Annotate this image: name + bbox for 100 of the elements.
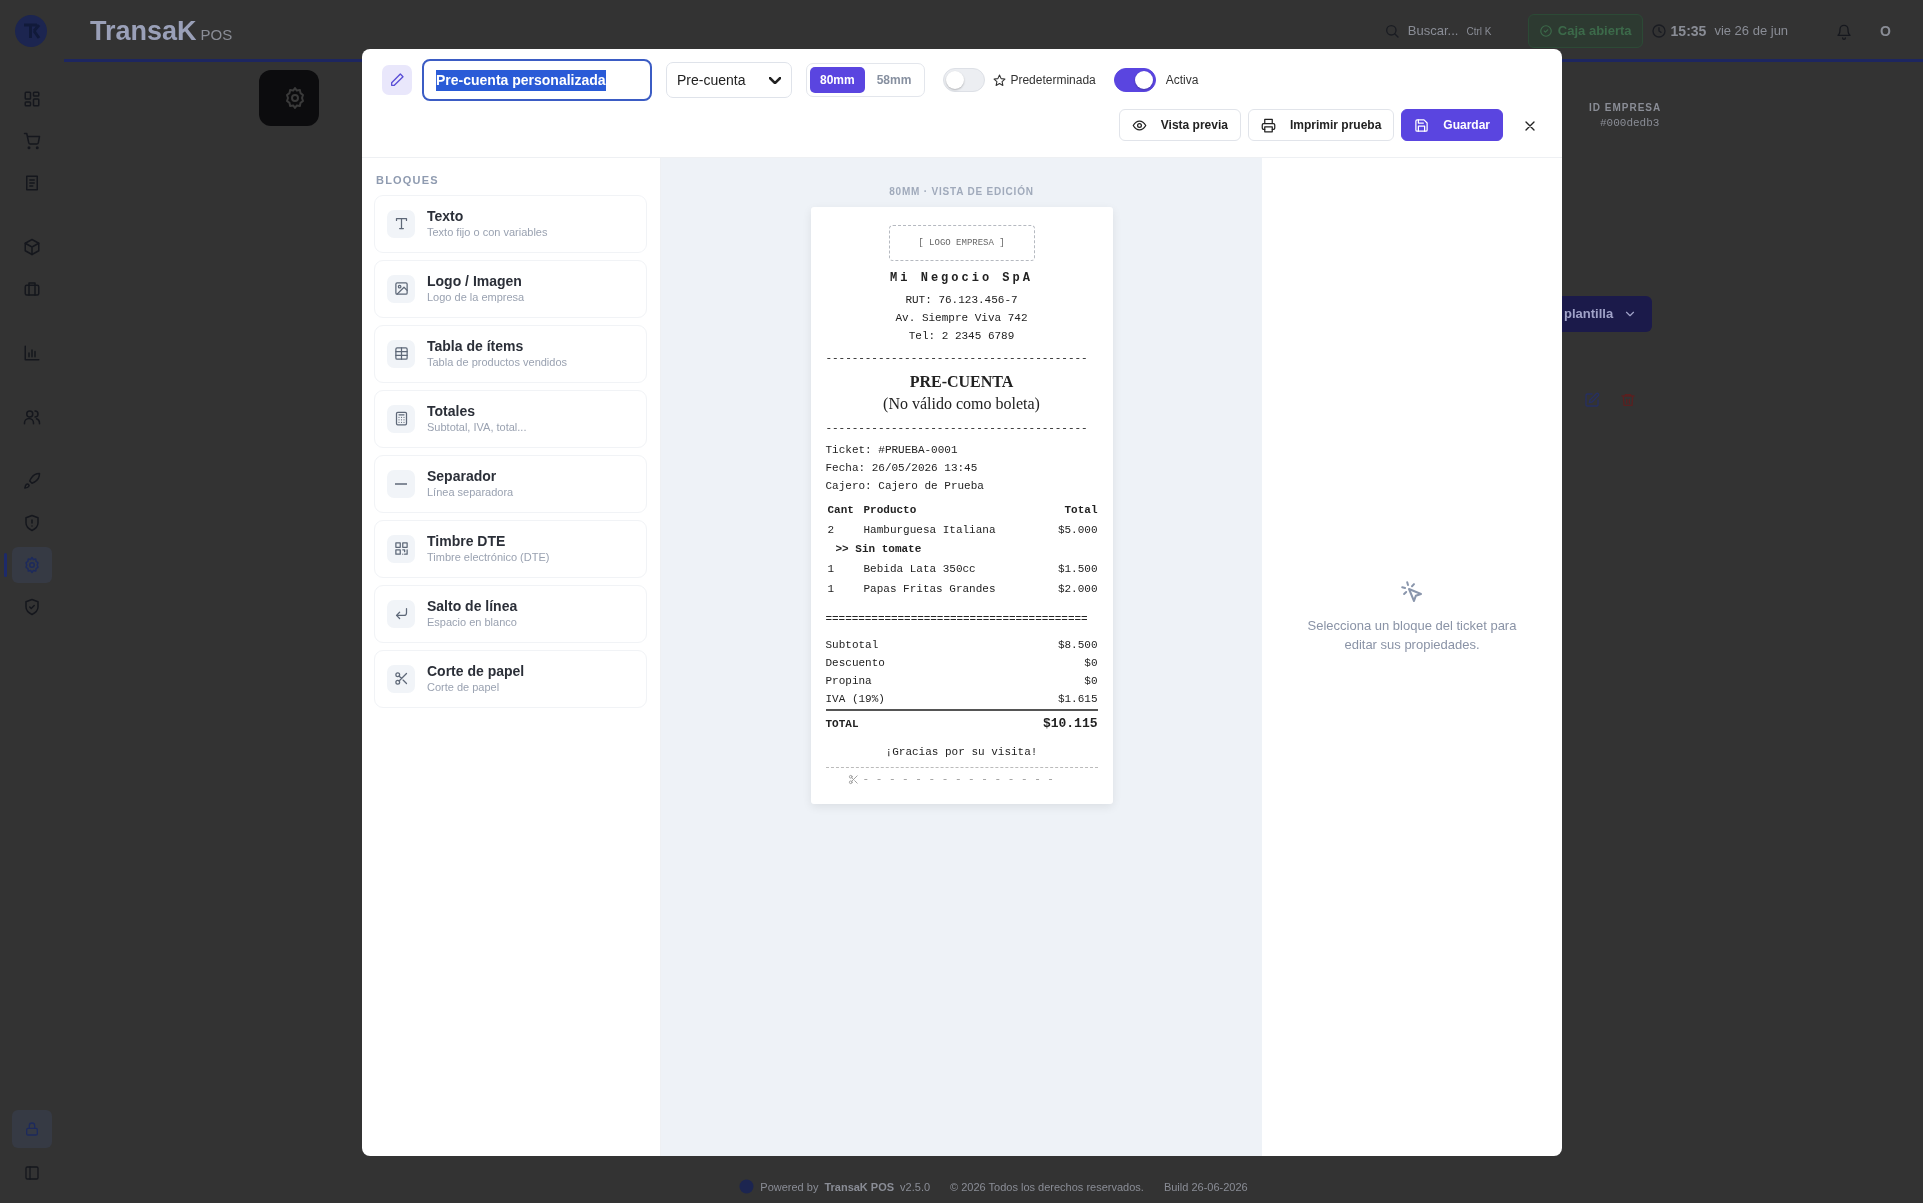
- column-header: Cant: [826, 503, 855, 518]
- ticket-line: Tel: 2 2345 6789: [907, 329, 1016, 344]
- grand-total-value: $10.115: [1042, 715, 1098, 733]
- scissors-icon: [393, 671, 409, 686]
- clock-icon: [1650, 23, 1667, 39]
- grand-total-label: TOTAL: [825, 717, 859, 732]
- calculator-icon: [393, 411, 409, 426]
- total-label: IVA (19%): [825, 692, 885, 707]
- item-total: $1.500: [1057, 562, 1098, 577]
- block-title: Separador: [427, 467, 498, 485]
- text-icon: [393, 216, 409, 231]
- block-description: Corte de papel: [427, 679, 501, 695]
- cut-line: - - - - - - - - - - - - - - -: [862, 772, 1054, 787]
- panel-icon: [24, 1165, 40, 1181]
- total-label: Descuento: [825, 656, 885, 671]
- block-item[interactable]: Texto Texto fijo o con variables: [374, 194, 647, 253]
- document-icon: [23, 174, 41, 192]
- edit-name-button[interactable]: [382, 65, 412, 95]
- block-title: Logo / Imagen: [427, 272, 523, 290]
- block-title: Texto: [427, 207, 465, 225]
- gear-icon: [283, 86, 307, 110]
- toggle-label: Activa: [1165, 72, 1199, 89]
- item-total: $2.000: [1057, 582, 1098, 597]
- chevron-icon: [769, 76, 781, 84]
- column-header: Total: [1064, 503, 1098, 518]
- bell-icon: [1836, 23, 1853, 40]
- toggle-label: Predeterminada: [1010, 72, 1096, 89]
- block-item[interactable]: Totales Subtotal, IVA, total...: [374, 389, 647, 448]
- business-name: Mi Negocio SpA: [889, 270, 1034, 287]
- check-circle-icon: [1538, 24, 1553, 38]
- name-field[interactable]: Pre-cuenta personalizada: [422, 59, 652, 101]
- total-value: $0: [1084, 674, 1098, 689]
- block-item[interactable]: Salto de línea Espacio en blanco: [374, 584, 647, 643]
- separator-line: ----------------------------------------: [825, 421, 1089, 436]
- item-name: Hamburguesa Italiana: [863, 523, 997, 538]
- total-label: Propina: [825, 674, 872, 689]
- copyright-text: © 2026 Todos los derechos reservados.: [950, 1179, 1144, 1195]
- cart-icon: [23, 132, 41, 150]
- company-id-value: #000dedb3: [1600, 116, 1661, 131]
- block-item[interactable]: Logo / Imagen Logo de la empresa: [374, 259, 647, 318]
- template-button[interactable]: plantilla: [1562, 296, 1652, 332]
- eye-icon: [1131, 117, 1147, 133]
- printer-icon: [1260, 117, 1276, 133]
- width-option[interactable]: 80mm: [810, 67, 865, 93]
- block-item[interactable]: Separador Línea separadora: [374, 454, 647, 513]
- ticket-line: Av. Siempre Viva 742: [894, 311, 1029, 326]
- minus-icon: [395, 482, 407, 485]
- briefcase-icon: [23, 280, 41, 298]
- save-button[interactable]: Guardar: [1401, 109, 1503, 141]
- item-name: Bebida Lata 350cc: [863, 562, 977, 577]
- return-icon: [393, 606, 409, 621]
- block-title: Timbre DTE: [427, 532, 507, 550]
- column-header: Producto: [863, 503, 918, 518]
- block-description: Texto fijo o con variables: [427, 224, 548, 240]
- block-item[interactable]: Tabla de ítems Tabla de productos vendidos: [374, 324, 647, 383]
- ticket-title: (No válido como boleta): [882, 394, 1041, 415]
- users-icon: [23, 408, 41, 426]
- pencil-icon: [389, 72, 405, 88]
- total-value: $8.500: [1057, 638, 1098, 653]
- search-icon: [1383, 23, 1400, 39]
- block-item[interactable]: Corte de papel Corte de papel: [374, 649, 647, 708]
- lock-icon: [24, 1121, 40, 1137]
- preview-caption: 80MM · VISTA DE EDICIÓN: [889, 184, 1034, 199]
- sidebar-item[interactable]: [12, 1110, 52, 1148]
- block-title: Corte de papel: [427, 662, 525, 680]
- version-text: v2.5.0: [900, 1179, 931, 1195]
- block-title: Salto de línea: [427, 597, 518, 615]
- type-select[interactable]: Pre-cuenta: [666, 62, 792, 98]
- total-value: $0: [1084, 656, 1098, 671]
- time-text: 15:35: [1670, 21, 1707, 41]
- star-icon: [993, 73, 1007, 87]
- edit-icon: [1584, 391, 1600, 408]
- shield-alert-icon: [23, 514, 41, 532]
- pointer-icon: [1400, 579, 1424, 604]
- block-description: Espacio en blanco: [427, 614, 518, 630]
- separator-line: ========================================: [825, 612, 1089, 627]
- ticket-title: PRE-CUENTA: [908, 372, 1015, 392]
- date-text: vie 26 de jun: [1714, 22, 1789, 41]
- grid-icon: [23, 90, 41, 108]
- empty-message: Selecciona un bloque del ticket para editar sus propiedades.: [1306, 616, 1518, 655]
- placeholder-text: [ LOGO EMPRESA ]: [918, 237, 1005, 250]
- toggle-switch[interactable]: [1113, 68, 1156, 92]
- logo-icon: [739, 1179, 755, 1195]
- thanks-text: ¡Gracias por su visita!: [884, 745, 1039, 760]
- scissors-icon: [847, 773, 859, 785]
- ticket-line: Fecha: 26/05/2026 13:45: [825, 461, 979, 476]
- print-button[interactable]: Imprimir prueba: [1247, 109, 1395, 141]
- separator-line: ----------------------------------------: [825, 351, 1089, 366]
- trash-icon: [1620, 391, 1636, 408]
- box-icon: [23, 238, 41, 256]
- bar-chart-icon: [23, 344, 41, 362]
- search-field[interactable]: Buscar... Ctrl K: [1383, 21, 1512, 41]
- shield-check-icon: [23, 598, 41, 616]
- user-avatar[interactable]: O: [1876, 16, 1895, 46]
- logo-icon: [14, 14, 48, 48]
- item-qty: 2: [826, 523, 836, 538]
- block-title: Tabla de ítems: [427, 337, 525, 355]
- preview-button[interactable]: Vista previa: [1118, 109, 1241, 141]
- total-label: Subtotal: [825, 638, 879, 653]
- block-item[interactable]: Timbre DTE Timbre electrónico (DTE): [374, 519, 647, 578]
